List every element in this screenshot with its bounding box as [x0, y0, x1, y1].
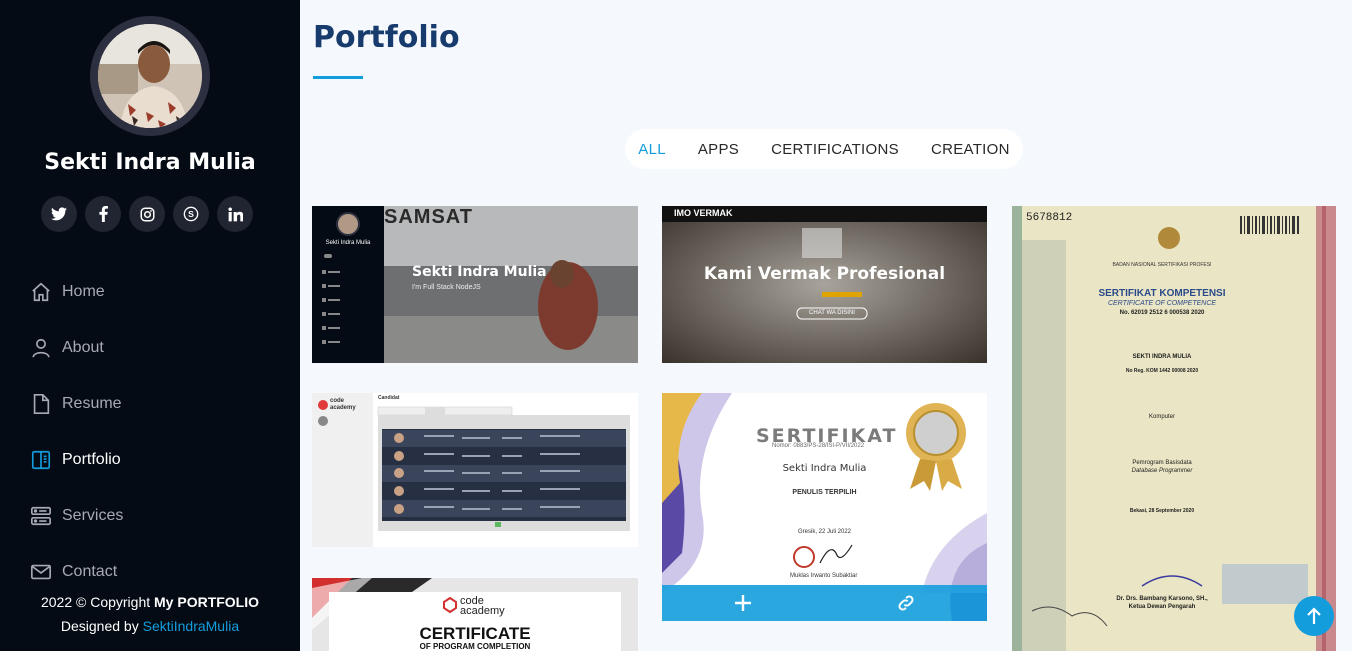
credits: Designed by SektiIndraMulia — [0, 614, 300, 638]
sidebar: Sekti Indra Mulia S Home About Resume Po… — [0, 0, 300, 651]
credits-text: Designed by — [60, 618, 143, 634]
home-icon — [30, 281, 52, 303]
instagram-icon[interactable] — [129, 196, 165, 232]
envelope-icon — [30, 561, 52, 583]
person-icon — [30, 337, 52, 359]
link-icon[interactable] — [825, 585, 988, 621]
card5-agency: BADAN NASIONAL SERTIFIKASI PROFESI — [1112, 262, 1212, 268]
nav-item-services[interactable]: Services — [30, 488, 123, 544]
card4-role: PENULIS TERPILIH — [792, 489, 857, 496]
card6-logo: code academy — [460, 595, 505, 617]
portfolio-item-code-academy-certificate[interactable]: code academy CERTIFICATE OF PROGRAM COMP… — [312, 578, 638, 651]
file-icon — [30, 393, 52, 415]
card2-brand: IMO VERMAK — [674, 208, 733, 218]
portfolio-item-bnsp-certificate[interactable]: 5678812 BADAN NASIONAL SERTIFIKASI PROFE… — [1012, 206, 1336, 651]
skype-icon[interactable]: S — [173, 196, 209, 232]
arrow-up-icon — [1307, 607, 1321, 624]
back-to-top-button[interactable] — [1294, 596, 1334, 636]
card4-nomor: Nomor: 0883/PS-28/ISI-P/VII/2022 — [772, 443, 865, 449]
portfolio-item-sertifikat-penulis[interactable]: SERTIFIKAT Nomor: 0883/PS-28/ISI-P/VII/2… — [662, 393, 987, 621]
portfolio-filters: ALL APPS CERTIFICATIONS CREATION — [625, 129, 1023, 169]
nav-label-contact: Contact — [62, 563, 118, 580]
nav-label-services: Services — [62, 507, 124, 524]
card6-sub: OF PROGRAM COMPLETION — [419, 642, 531, 651]
portfolio-item-code-academy-app[interactable]: code academy Candidat — [312, 393, 638, 547]
card2-button: CHAT WA DISINI — [809, 310, 855, 316]
card2-heading: Kami Vermak Profesional — [703, 264, 946, 284]
profile-photo — [98, 24, 202, 128]
twitter-icon[interactable] — [41, 196, 77, 232]
card4-place-date: Gresik, 22 Juli 2022 — [797, 529, 852, 535]
card5-heading: SERTIFIKAT KOMPETENSI — [1098, 288, 1226, 299]
filter-certifications[interactable]: CERTIFICATIONS — [755, 141, 915, 158]
credits-link[interactable]: SektiIndraMulia — [143, 618, 240, 634]
nav-label-about: About — [62, 339, 104, 356]
avatar — [90, 16, 210, 136]
filter-creation[interactable]: CREATION — [915, 141, 1026, 158]
portfolio-item-vermak[interactable]: IMO VERMAK Kami Vermak Profesional CHAT … — [662, 206, 987, 363]
portfolio-item-website[interactable]: SAMSAT Sekti Indra Mulia Sekti Indra Mul… — [312, 206, 638, 363]
card1-banner: SAMSAT — [384, 206, 473, 228]
card5-qual: Pemrogram Basisdata — [1132, 460, 1192, 466]
bnsp-certificate-thumbnail — [1012, 206, 1336, 651]
page-title: Portfolio — [313, 20, 460, 55]
card5-heading-en: CERTIFICATE OF COMPETENCE — [1107, 300, 1217, 307]
filter-all[interactable]: ALL — [622, 141, 682, 158]
card5-serial: 5678812 — [1026, 212, 1073, 224]
card5-qual-en: Database Programmer — [1131, 468, 1193, 474]
card3-logo: code academy — [330, 398, 356, 411]
svg-text:S: S — [188, 209, 194, 219]
main-content: Portfolio ALL APPS CERTIFICATIONS CREATI… — [300, 0, 1352, 651]
filter-apps[interactable]: APPS — [682, 141, 755, 158]
facebook-icon[interactable] — [85, 196, 121, 232]
card5-place-date: Bekasi, 28 September 2020 — [1129, 508, 1195, 514]
card1-heading: Sekti Indra Mulia — [412, 264, 547, 280]
code-academy-app-thumbnail — [312, 393, 638, 547]
linkedin-icon[interactable] — [217, 196, 253, 232]
card1-side-name: Sekti Indra Mulia — [325, 240, 371, 246]
title-underline — [313, 76, 363, 79]
plus-icon[interactable] — [662, 585, 825, 621]
card6-heading: CERTIFICATE — [419, 624, 531, 643]
social-links: S — [41, 196, 253, 232]
card5-reg: No Reg. KOM 1442 00008 2020 — [1125, 368, 1199, 374]
book-icon — [30, 449, 52, 471]
nav-label-home: Home — [62, 283, 105, 300]
profile-name: Sekti Indra Mulia — [44, 150, 256, 175]
nav-label-portfolio: Portfolio — [62, 451, 121, 468]
card1-sub: I'm Full Stack NodeJS — [412, 284, 481, 291]
nav-item-portfolio[interactable]: Portfolio — [30, 432, 123, 488]
sidebar-footer: 2022 © Copyright My PORTFOLIO Designed b… — [0, 590, 300, 638]
portfolio-item-actions — [662, 585, 987, 621]
card5-name: SEKTI INDRA MULIA — [1132, 354, 1192, 360]
nav-item-home[interactable]: Home — [30, 264, 123, 320]
card5-signer-title: Ketua Dewan Pengarah — [1128, 604, 1196, 610]
server-icon — [30, 505, 52, 527]
nav-menu: Home About Resume Portfolio Services Con… — [30, 264, 123, 600]
card4-name: Sekti Indra Mulia — [782, 463, 867, 474]
card5-signer: Dr. Drs. Bambang Karsono, SH., — [1116, 596, 1208, 602]
nav-item-resume[interactable]: Resume — [30, 376, 123, 432]
copyright-brand: My PORTFOLIO — [154, 594, 260, 610]
card3-page-title: Candidat — [378, 395, 400, 401]
card4-signer: Muklas Irwanto Subaktiar — [790, 573, 858, 579]
nav-item-about[interactable]: About — [30, 320, 123, 376]
nav-label-resume: Resume — [62, 395, 122, 412]
card5-number: No. 62019 2512 6 000538 2020 — [1119, 310, 1205, 316]
vermak-thumbnail — [662, 206, 987, 363]
copyright: 2022 © Copyright My PORTFOLIO — [0, 590, 300, 614]
copyright-text: 2022 © Copyright — [40, 594, 155, 610]
card5-field: Komputer — [1148, 414, 1175, 420]
